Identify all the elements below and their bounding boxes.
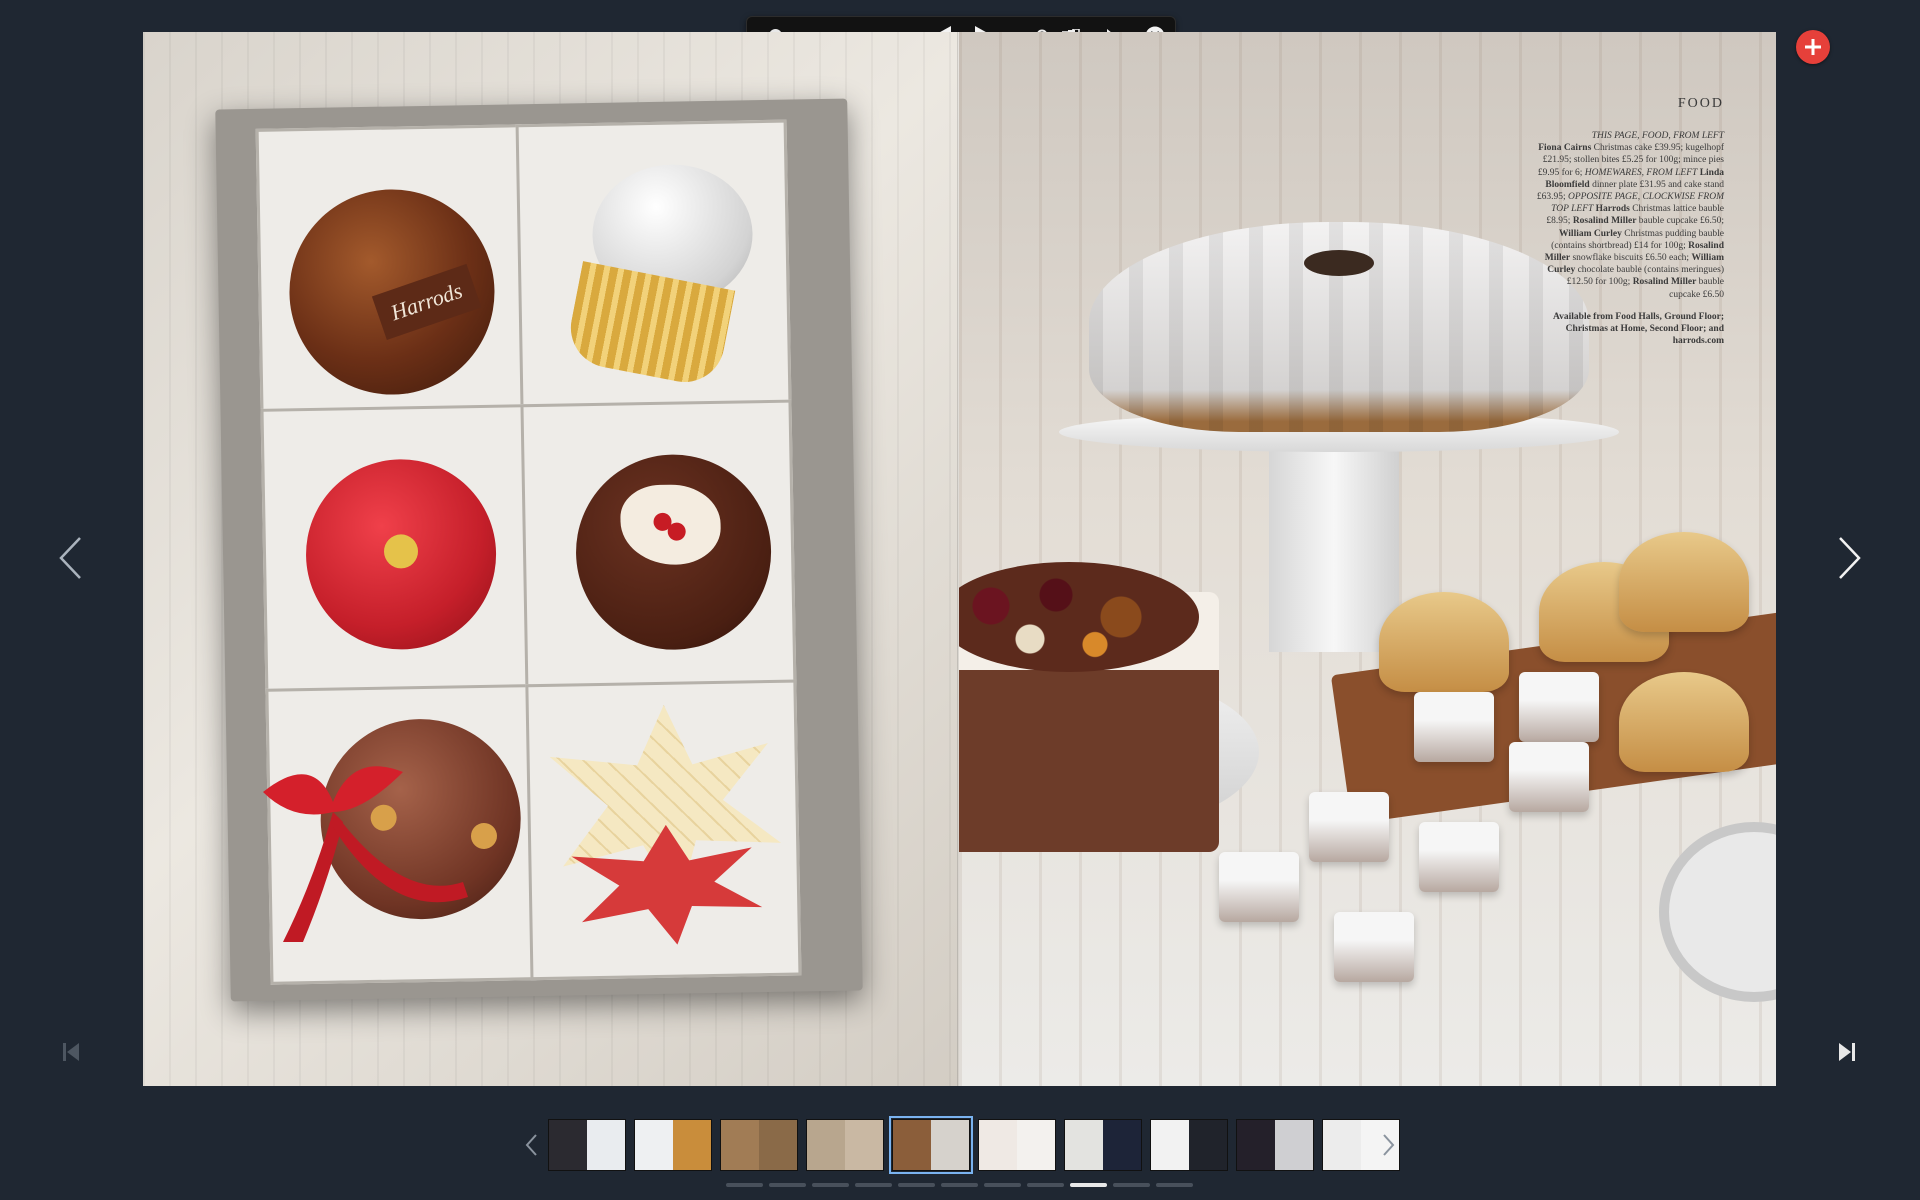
thumbnail-left-page [635, 1120, 673, 1170]
stollen-bite [1309, 792, 1389, 862]
thumbnail-right-page [1189, 1120, 1227, 1170]
thumbnail-right-page [1017, 1120, 1055, 1170]
pager-dot[interactable] [1070, 1183, 1107, 1187]
page-thumbnail[interactable] [889, 1116, 973, 1174]
add-button[interactable] [1796, 30, 1830, 64]
credit-fragment: Fiona Cairns [1538, 143, 1592, 154]
thumbnail-left-page [1065, 1120, 1103, 1170]
credit-fragment: Rosalind Miller [1572, 216, 1637, 227]
sieve-image [1659, 822, 1776, 1002]
credit-fragment: Harrods [1593, 204, 1630, 215]
pager-dot[interactable] [941, 1183, 978, 1187]
magazine-page-right: FOOD THIS PAGE, FOOD, FROM LEFT Fiona Cai… [959, 32, 1776, 1086]
next-page-arrow[interactable] [1838, 536, 1862, 585]
product-credits: THIS PAGE, FOOD, FROM LEFT Fiona Cairns C… [1534, 130, 1724, 301]
thumbnail-left-page [549, 1120, 587, 1170]
stollen-bite [1219, 852, 1299, 922]
mince-pie [1619, 672, 1749, 772]
last-page-button[interactable] [1839, 1043, 1855, 1066]
pager-dot[interactable] [1156, 1183, 1193, 1187]
thumbnail-left-page [1151, 1120, 1189, 1170]
pager-dot[interactable] [1027, 1183, 1064, 1187]
pager-dot[interactable] [984, 1183, 1021, 1187]
thumbnail-left-page [807, 1120, 845, 1170]
thumbnail-left-page [1237, 1120, 1275, 1170]
pager-dot[interactable] [812, 1183, 849, 1187]
page-thumbnail[interactable] [548, 1119, 626, 1171]
thumbnail-strip [548, 1116, 1400, 1174]
article-text: FOOD THIS PAGE, FOOD, FROM LEFT Fiona Cai… [1534, 62, 1724, 347]
page-thumbnail[interactable] [1064, 1119, 1142, 1171]
pager-dot[interactable] [726, 1183, 763, 1187]
mince-pie [1379, 592, 1509, 692]
thumbnail-right-page [673, 1120, 711, 1170]
plus-icon [1805, 39, 1821, 55]
thumbnail-left-page [721, 1120, 759, 1170]
credit-fragment: THIS PAGE, FOOD, FROM LEFT [1591, 131, 1724, 141]
thumbnail-right-page [1275, 1120, 1313, 1170]
thumbnail-right-page [587, 1120, 625, 1170]
magazine-page-left: Harrods [143, 32, 959, 1086]
mince-pie [1619, 532, 1749, 632]
page-position-indicator [726, 1183, 1193, 1187]
page-thumbnail[interactable] [1150, 1119, 1228, 1171]
thumbnail-right-page [759, 1120, 797, 1170]
page-thumbnail[interactable] [720, 1119, 798, 1171]
pager-dot[interactable] [1113, 1183, 1150, 1187]
thumbnail-left-page [893, 1120, 931, 1170]
stollen-bite [1509, 742, 1589, 812]
previous-page-arrow[interactable] [58, 536, 82, 585]
thumbnails-next-arrow[interactable] [1383, 1134, 1395, 1161]
stollen-bite [1419, 822, 1499, 892]
pager-dot[interactable] [898, 1183, 935, 1187]
availability-text: Available from Food Halls, Ground Floor;… [1552, 311, 1724, 346]
thumbnails-prev-arrow[interactable] [525, 1134, 537, 1161]
cake-stand-stem [1269, 442, 1399, 652]
credit-fragment: Rosalind Miller [1632, 277, 1697, 288]
credit-fragment: HOMEWARES, FROM LEFT [1584, 167, 1698, 178]
thumbnail-left-page [1323, 1120, 1361, 1170]
red-ribbon-image [263, 766, 468, 942]
stollen-bite [1519, 672, 1599, 742]
pager-dot[interactable] [855, 1183, 892, 1187]
thumbnail-right-page [845, 1120, 883, 1170]
page-thumbnail[interactable] [806, 1119, 884, 1171]
stollen-bite [1414, 692, 1494, 762]
thumbnail-left-page [979, 1120, 1017, 1170]
credit-fragment: bauble cupcake £6.50; [1636, 216, 1724, 227]
thumbnail-right-page [1103, 1120, 1141, 1170]
pager-dot[interactable] [769, 1183, 806, 1187]
page-thumbnail[interactable] [1236, 1119, 1314, 1171]
section-title: FOOD [1677, 96, 1724, 111]
page-thumbnail[interactable] [978, 1119, 1056, 1171]
credit-fragment: William Curley [1558, 228, 1622, 239]
thumbnail-right-page [931, 1120, 969, 1170]
page-thumbnail[interactable] [634, 1119, 712, 1171]
credit-fragment: snowflake biscuits £6.50 each; [1570, 253, 1692, 264]
stollen-bite [1334, 912, 1414, 982]
first-page-button[interactable] [63, 1043, 79, 1066]
